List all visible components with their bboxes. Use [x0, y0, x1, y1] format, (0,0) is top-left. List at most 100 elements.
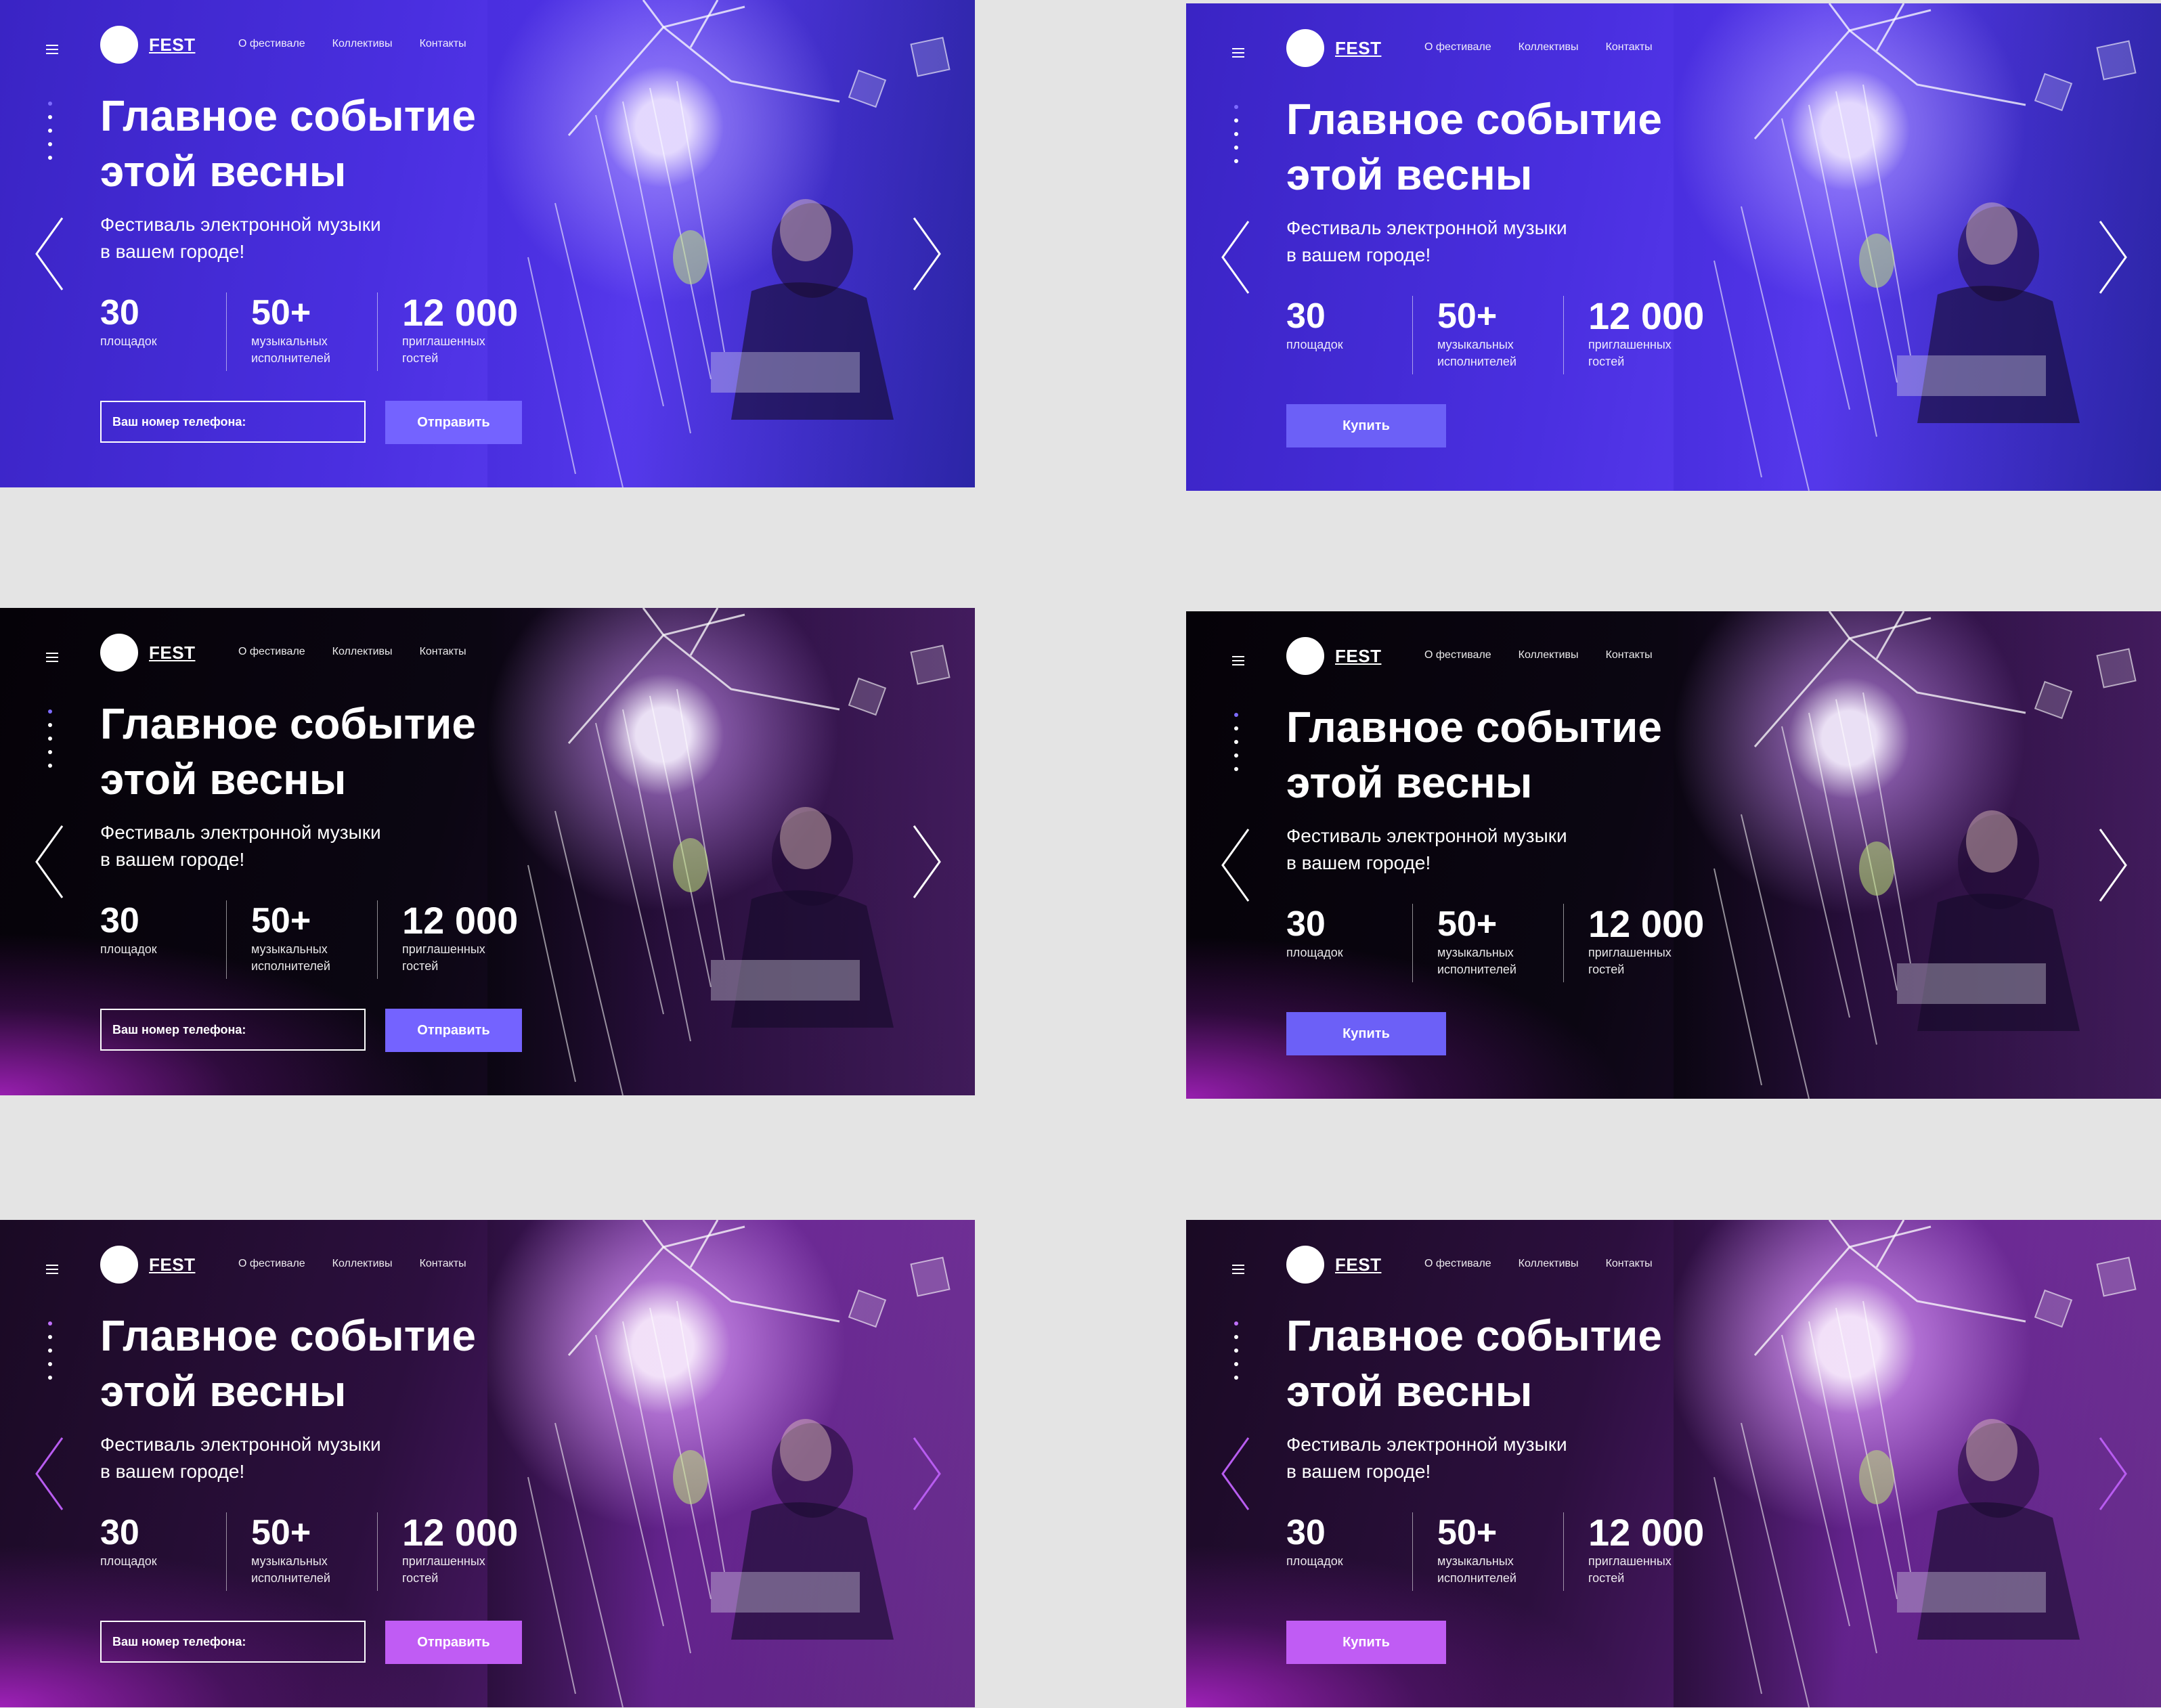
nav-item-contacts[interactable]: Контакты — [1606, 1258, 1653, 1270]
nav-item-about[interactable]: О фестивале — [238, 38, 305, 50]
nav-item-about[interactable]: О фестивале — [1424, 1258, 1491, 1270]
slide-dot[interactable] — [48, 1335, 52, 1339]
slide-dot[interactable] — [1234, 1335, 1238, 1339]
chevron-right-icon[interactable] — [913, 217, 942, 291]
stat-label: площадок — [1286, 1554, 1343, 1568]
chevron-left-icon[interactable] — [1220, 828, 1250, 902]
brand-logo-text[interactable]: FEST — [1335, 646, 1381, 667]
logo-circle-icon[interactable] — [1286, 1246, 1324, 1284]
slide-dot[interactable] — [1234, 1376, 1238, 1380]
submit-button[interactable]: Отправить — [385, 1009, 522, 1052]
slide-dot[interactable] — [48, 156, 52, 160]
stat-label: музыкальных исполнителей — [1437, 946, 1516, 976]
nav-item-collectives[interactable]: Коллективы — [332, 38, 393, 50]
chevron-right-icon[interactable] — [2099, 828, 2129, 902]
submit-button[interactable]: Отправить — [385, 1621, 522, 1664]
slide-dot[interactable] — [1234, 767, 1238, 771]
phone-input[interactable] — [100, 1009, 366, 1051]
chevron-right-icon[interactable] — [913, 825, 942, 899]
musician-silhouette — [673, 199, 894, 420]
logo-circle-icon[interactable] — [1286, 29, 1324, 67]
slide-dot[interactable] — [1234, 713, 1238, 717]
slide-dot[interactable] — [1234, 132, 1238, 136]
slide-dot[interactable] — [48, 750, 52, 754]
slide-dot[interactable] — [1234, 1321, 1238, 1326]
submit-button[interactable]: Отправить — [385, 401, 522, 444]
slide-dot[interactable] — [1234, 1349, 1238, 1353]
slide-dot[interactable] — [48, 1349, 52, 1353]
slide-dot[interactable] — [48, 737, 52, 741]
stat-value: 50+ — [1437, 904, 1498, 944]
chevron-right-icon[interactable] — [913, 1437, 942, 1511]
slide-dot[interactable] — [48, 115, 52, 119]
main-nav: О фестивале Коллективы Контакты — [238, 38, 466, 50]
slide-dot[interactable] — [48, 1321, 52, 1326]
chevron-left-icon[interactable] — [34, 825, 64, 899]
nav-item-contacts[interactable]: Контакты — [420, 38, 466, 50]
nav-item-collectives[interactable]: Коллективы — [1519, 41, 1579, 53]
nav-item-collectives[interactable]: Коллективы — [332, 1258, 393, 1270]
slide-dot[interactable] — [1234, 726, 1238, 730]
slide-dot[interactable] — [48, 1376, 52, 1380]
nav-item-collectives[interactable]: Коллективы — [1519, 649, 1579, 661]
nav-item-contacts[interactable]: Контакты — [420, 646, 466, 658]
nav-item-about[interactable]: О фестивале — [238, 1258, 305, 1270]
musician-silhouette — [1859, 1419, 2080, 1640]
nav-item-collectives[interactable]: Коллективы — [1519, 1258, 1579, 1270]
logo-circle-icon[interactable] — [100, 634, 138, 672]
menu-icon[interactable] — [1232, 48, 1244, 60]
slide-dot[interactable] — [1234, 1362, 1238, 1366]
nav-item-contacts[interactable]: Контакты — [1606, 41, 1653, 53]
buy-button[interactable]: Купить — [1286, 1012, 1446, 1055]
slide-dot[interactable] — [1234, 146, 1238, 150]
nav-item-about[interactable]: О фестивале — [1424, 41, 1491, 53]
slide-dot[interactable] — [48, 129, 52, 133]
brand-logo-text[interactable]: FEST — [1335, 1254, 1381, 1275]
stat-label: музыкальных исполнителей — [251, 942, 330, 973]
menu-icon[interactable] — [46, 45, 58, 57]
slide-dot[interactable] — [1234, 740, 1238, 744]
brand-logo-text[interactable]: FEST — [149, 35, 195, 56]
logo-circle-icon[interactable] — [100, 26, 138, 64]
menu-icon[interactable] — [1232, 1265, 1244, 1277]
menu-icon[interactable] — [46, 653, 58, 665]
buy-button[interactable]: Купить — [1286, 1621, 1446, 1664]
slide-indicator — [1234, 1321, 1238, 1380]
stat-value: 12 000 — [1588, 902, 1705, 945]
musician-silhouette — [1859, 810, 2080, 1031]
slide-dot[interactable] — [1234, 159, 1238, 163]
nav-item-about[interactable]: О фестивале — [1424, 649, 1491, 661]
chevron-right-icon[interactable] — [2099, 1437, 2129, 1511]
slide-dot[interactable] — [1234, 105, 1238, 109]
slide-dot[interactable] — [48, 102, 52, 106]
brand-logo-text[interactable]: FEST — [1335, 38, 1381, 59]
slide-dot[interactable] — [48, 142, 52, 146]
chevron-left-icon[interactable] — [1220, 220, 1250, 294]
brand-logo-text[interactable]: FEST — [149, 642, 195, 663]
nav-item-about[interactable]: О фестивале — [238, 646, 305, 658]
phone-input[interactable] — [100, 401, 366, 443]
buy-button[interactable]: Купить — [1286, 404, 1446, 447]
slide-dot[interactable] — [48, 1362, 52, 1366]
brand-logo-text[interactable]: FEST — [149, 1254, 195, 1275]
logo-circle-icon[interactable] — [1286, 637, 1324, 675]
hero-subtitle: Фестиваль электронной музыки в вашем гор… — [100, 214, 381, 262]
menu-icon[interactable] — [1232, 656, 1244, 668]
chevron-left-icon[interactable] — [1220, 1437, 1250, 1511]
logo-circle-icon[interactable] — [100, 1246, 138, 1284]
stat-value: 30 — [100, 1513, 139, 1552]
slide-dot[interactable] — [48, 764, 52, 768]
chevron-right-icon[interactable] — [2099, 220, 2129, 294]
menu-icon[interactable] — [46, 1265, 58, 1277]
nav-item-contacts[interactable]: Контакты — [1606, 649, 1653, 661]
slide-dot[interactable] — [1234, 118, 1238, 123]
nav-item-collectives[interactable]: Коллективы — [332, 646, 393, 658]
chevron-left-icon[interactable] — [34, 217, 64, 291]
slide-dot[interactable] — [48, 723, 52, 727]
phone-input[interactable] — [100, 1621, 366, 1663]
slide-dot[interactable] — [1234, 753, 1238, 758]
chevron-left-icon[interactable] — [34, 1437, 64, 1511]
slide-dot[interactable] — [48, 709, 52, 714]
nav-item-contacts[interactable]: Контакты — [420, 1258, 466, 1270]
main-nav: О фестивале Коллективы Контакты — [1424, 1258, 1653, 1270]
